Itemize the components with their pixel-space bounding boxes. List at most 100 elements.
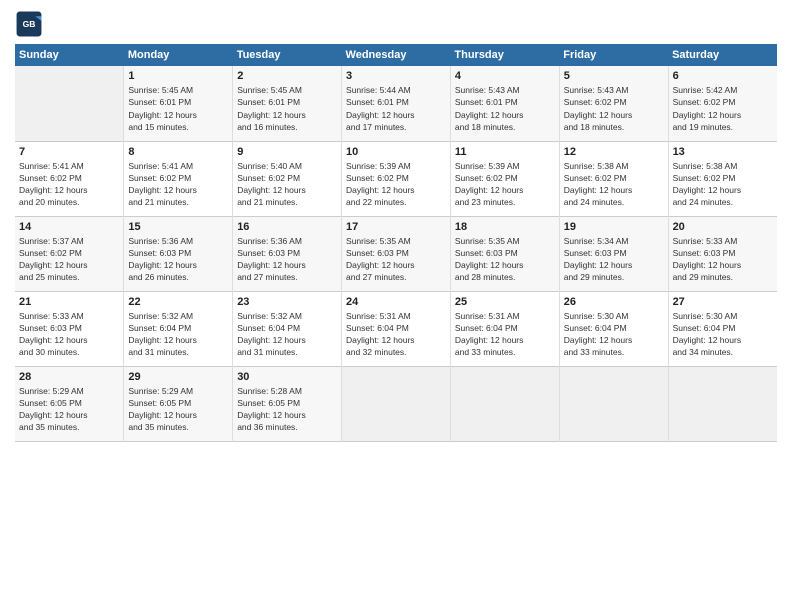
day-info: Sunrise: 5:38 AM Sunset: 6:02 PM Dayligh… xyxy=(564,160,664,209)
day-number: 13 xyxy=(673,146,773,158)
day-info: Sunrise: 5:29 AM Sunset: 6:05 PM Dayligh… xyxy=(128,385,228,434)
calendar-cell: 20Sunrise: 5:33 AM Sunset: 6:03 PM Dayli… xyxy=(668,216,777,291)
day-number: 5 xyxy=(564,70,664,82)
day-info: Sunrise: 5:34 AM Sunset: 6:03 PM Dayligh… xyxy=(564,235,664,284)
header-tuesday: Tuesday xyxy=(233,44,342,66)
svg-text:GB: GB xyxy=(23,19,36,29)
day-number: 16 xyxy=(237,221,337,233)
calendar-cell: 26 Sunrise: 5:30 AM Sunset: 6:04 PM Dayli… xyxy=(559,291,668,366)
calendar-cell: 18Sunrise: 5:35 AM Sunset: 6:03 PM Dayli… xyxy=(450,216,559,291)
calendar-cell: 28 Sunrise: 5:29 AM Sunset: 6:05 PM Dayli… xyxy=(15,366,124,441)
week-row-2: 7 Sunrise: 5:41 AM Sunset: 6:02 PM Daylig… xyxy=(15,141,777,216)
logo: GB xyxy=(15,10,47,38)
day-info: Sunrise: 5:29 AM Sunset: 6:05 PM Dayligh… xyxy=(19,385,119,434)
day-number: 26 xyxy=(564,296,664,308)
header-thursday: Thursday xyxy=(450,44,559,66)
week-row-3: 14 Sunrise: 5:37 AM Sunset: 6:02 PM Dayli… xyxy=(15,216,777,291)
day-number: 9 xyxy=(237,146,337,158)
day-info: Sunrise: 5:43 AM Sunset: 6:01 PM Dayligh… xyxy=(455,84,555,133)
day-info: Sunrise: 5:45 AM Sunset: 6:01 PM Dayligh… xyxy=(128,84,228,133)
calendar-cell: 30Sunrise: 5:28 AM Sunset: 6:05 PM Dayli… xyxy=(233,366,342,441)
day-number: 20 xyxy=(673,221,773,233)
calendar-cell: 12 Sunrise: 5:38 AM Sunset: 6:02 PM Dayli… xyxy=(559,141,668,216)
calendar-cell: 11 Sunrise: 5:39 AM Sunset: 6:02 PM Dayli… xyxy=(450,141,559,216)
week-row-4: 21Sunrise: 5:33 AM Sunset: 6:03 PM Dayli… xyxy=(15,291,777,366)
calendar-cell: 8 Sunrise: 5:41 AM Sunset: 6:02 PM Daylig… xyxy=(124,141,233,216)
calendar-cell: 2 Sunrise: 5:45 AM Sunset: 6:01 PM Daylig… xyxy=(233,66,342,141)
calendar-cell: 3 Sunrise: 5:44 AM Sunset: 6:01 PM Daylig… xyxy=(342,66,451,141)
day-info: Sunrise: 5:41 AM Sunset: 6:02 PM Dayligh… xyxy=(19,160,119,209)
day-number: 22 xyxy=(128,296,228,308)
calendar-cell xyxy=(342,366,451,441)
calendar-cell: 25 Sunrise: 5:31 AM Sunset: 6:04 PM Dayli… xyxy=(450,291,559,366)
day-info: Sunrise: 5:31 AM Sunset: 6:04 PM Dayligh… xyxy=(346,310,446,359)
day-info: Sunrise: 5:44 AM Sunset: 6:01 PM Dayligh… xyxy=(346,84,446,133)
day-info: Sunrise: 5:39 AM Sunset: 6:02 PM Dayligh… xyxy=(455,160,555,209)
calendar-cell: 19 Sunrise: 5:34 AM Sunset: 6:03 PM Dayli… xyxy=(559,216,668,291)
day-number: 15 xyxy=(128,221,228,233)
calendar-cell: 6 Sunrise: 5:42 AM Sunset: 6:02 PM Daylig… xyxy=(668,66,777,141)
day-info: Sunrise: 5:37 AM Sunset: 6:02 PM Dayligh… xyxy=(19,235,119,284)
day-number: 23 xyxy=(237,296,337,308)
header-friday: Friday xyxy=(559,44,668,66)
calendar-cell xyxy=(15,66,124,141)
calendar-cell: 16 Sunrise: 5:36 AM Sunset: 6:03 PM Dayli… xyxy=(233,216,342,291)
header-monday: Monday xyxy=(124,44,233,66)
day-info: Sunrise: 5:28 AM Sunset: 6:05 PM Dayligh… xyxy=(237,385,337,434)
header-saturday: Saturday xyxy=(668,44,777,66)
calendar-cell: 27 Sunrise: 5:30 AM Sunset: 6:04 PM Dayli… xyxy=(668,291,777,366)
calendar-cell: 9 Sunrise: 5:40 AM Sunset: 6:02 PM Daylig… xyxy=(233,141,342,216)
calendar-cell: 4 Sunrise: 5:43 AM Sunset: 6:01 PM Daylig… xyxy=(450,66,559,141)
day-info: Sunrise: 5:30 AM Sunset: 6:04 PM Dayligh… xyxy=(673,310,773,359)
day-number: 10 xyxy=(346,146,446,158)
day-info: Sunrise: 5:35 AM Sunset: 6:03 PM Dayligh… xyxy=(346,235,446,284)
day-number: 7 xyxy=(19,146,119,158)
calendar-table: SundayMondayTuesdayWednesdayThursdayFrid… xyxy=(15,44,777,442)
day-info: Sunrise: 5:36 AM Sunset: 6:03 PM Dayligh… xyxy=(237,235,337,284)
calendar-cell xyxy=(450,366,559,441)
day-number: 18 xyxy=(455,221,555,233)
day-info: Sunrise: 5:33 AM Sunset: 6:03 PM Dayligh… xyxy=(19,310,119,359)
day-number: 3 xyxy=(346,70,446,82)
day-info: Sunrise: 5:32 AM Sunset: 6:04 PM Dayligh… xyxy=(237,310,337,359)
day-number: 1 xyxy=(128,70,228,82)
day-number: 29 xyxy=(128,371,228,383)
calendar-cell: 15 Sunrise: 5:36 AM Sunset: 6:03 PM Dayli… xyxy=(124,216,233,291)
day-info: Sunrise: 5:38 AM Sunset: 6:02 PM Dayligh… xyxy=(673,160,773,209)
day-info: Sunrise: 5:43 AM Sunset: 6:02 PM Dayligh… xyxy=(564,84,664,133)
day-info: Sunrise: 5:40 AM Sunset: 6:02 PM Dayligh… xyxy=(237,160,337,209)
day-number: 28 xyxy=(19,371,119,383)
day-number: 14 xyxy=(19,221,119,233)
day-info: Sunrise: 5:41 AM Sunset: 6:02 PM Dayligh… xyxy=(128,160,228,209)
day-info: Sunrise: 5:36 AM Sunset: 6:03 PM Dayligh… xyxy=(128,235,228,284)
calendar-cell: 1 Sunrise: 5:45 AM Sunset: 6:01 PM Daylig… xyxy=(124,66,233,141)
logo-icon: GB xyxy=(15,10,43,38)
day-number: 8 xyxy=(128,146,228,158)
day-info: Sunrise: 5:45 AM Sunset: 6:01 PM Dayligh… xyxy=(237,84,337,133)
week-row-1: 1 Sunrise: 5:45 AM Sunset: 6:01 PM Daylig… xyxy=(15,66,777,141)
header-sunday: Sunday xyxy=(15,44,124,66)
day-number: 19 xyxy=(564,221,664,233)
calendar-cell: 24 Sunrise: 5:31 AM Sunset: 6:04 PM Dayli… xyxy=(342,291,451,366)
day-number: 4 xyxy=(455,70,555,82)
calendar-cell: 7 Sunrise: 5:41 AM Sunset: 6:02 PM Daylig… xyxy=(15,141,124,216)
day-info: Sunrise: 5:42 AM Sunset: 6:02 PM Dayligh… xyxy=(673,84,773,133)
day-number: 2 xyxy=(237,70,337,82)
calendar-cell: 17 Sunrise: 5:35 AM Sunset: 6:03 PM Dayli… xyxy=(342,216,451,291)
day-number: 11 xyxy=(455,146,555,158)
calendar-cell: 5 Sunrise: 5:43 AM Sunset: 6:02 PM Daylig… xyxy=(559,66,668,141)
calendar-cell: 14 Sunrise: 5:37 AM Sunset: 6:02 PM Dayli… xyxy=(15,216,124,291)
calendar-header-row: SundayMondayTuesdayWednesdayThursdayFrid… xyxy=(15,44,777,66)
day-number: 25 xyxy=(455,296,555,308)
calendar-cell: 29 Sunrise: 5:29 AM Sunset: 6:05 PM Dayli… xyxy=(124,366,233,441)
day-number: 27 xyxy=(673,296,773,308)
day-number: 24 xyxy=(346,296,446,308)
day-info: Sunrise: 5:31 AM Sunset: 6:04 PM Dayligh… xyxy=(455,310,555,359)
day-info: Sunrise: 5:30 AM Sunset: 6:04 PM Dayligh… xyxy=(564,310,664,359)
calendar-cell xyxy=(668,366,777,441)
day-number: 6 xyxy=(673,70,773,82)
day-number: 17 xyxy=(346,221,446,233)
day-info: Sunrise: 5:39 AM Sunset: 6:02 PM Dayligh… xyxy=(346,160,446,209)
day-number: 12 xyxy=(564,146,664,158)
calendar-cell: 22Sunrise: 5:32 AM Sunset: 6:04 PM Dayli… xyxy=(124,291,233,366)
